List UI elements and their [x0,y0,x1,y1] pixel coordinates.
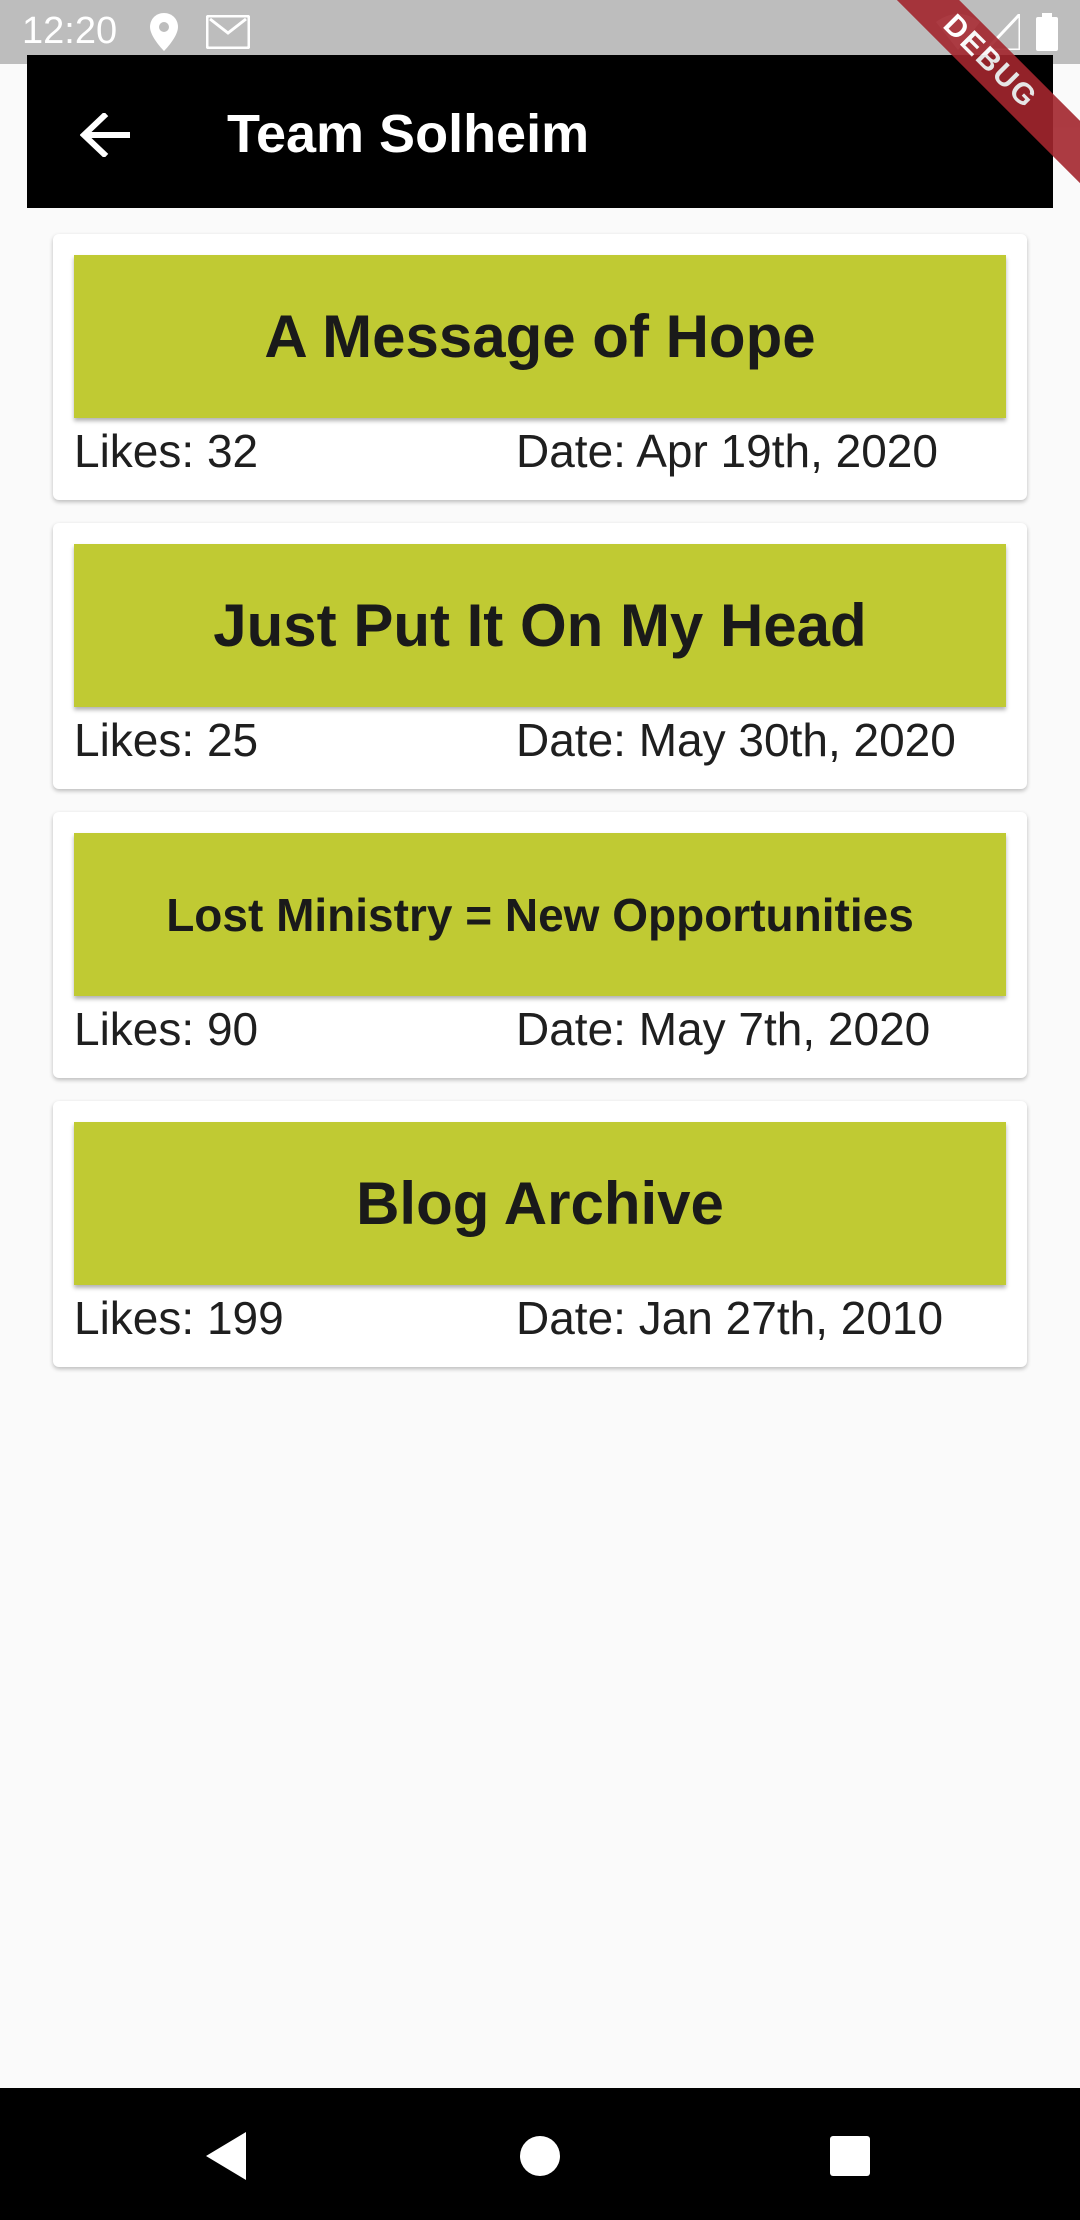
nav-recents-button[interactable] [820,2126,880,2186]
post-likes: Likes: 90 [74,1003,259,1055]
post-title-banner[interactable]: Lost Ministry = New Opportunities [74,833,1006,996]
post-likes: Likes: 25 [74,714,259,766]
post-card[interactable]: A Message of Hope Likes: 32 Date: Apr 19… [53,234,1027,500]
post-title: Blog Archive [356,1170,724,1237]
page-title: Team Solheim [227,104,590,164]
post-likes: Likes: 199 [74,1292,284,1344]
nav-home-button[interactable] [510,2126,570,2186]
arrow-back-icon [80,113,130,157]
post-title: A Message of Hope [264,303,816,370]
post-title-banner[interactable]: Just Put It On My Head [74,544,1006,707]
app-bar: Team Solheim [27,55,1053,208]
post-card[interactable]: Blog Archive Likes: 199 Date: Jan 27th, … [53,1101,1027,1367]
back-triangle-icon [206,2132,246,2180]
gmail-icon [206,12,250,52]
back-button[interactable] [63,93,147,177]
post-date: Date: May 7th, 2020 [516,1003,931,1055]
post-list: A Message of Hope Likes: 32 Date: Apr 19… [53,234,1027,1390]
post-card[interactable]: Lost Ministry = New Opportunities Likes:… [53,812,1027,1078]
status-time: 12:20 [22,10,118,52]
post-date: Date: Apr 19th, 2020 [516,425,938,477]
recents-square-icon [830,2136,870,2176]
post-title-banner[interactable]: A Message of Hope [74,255,1006,418]
post-likes: Likes: 32 [74,425,259,477]
home-circle-icon [520,2136,560,2176]
location-icon [150,12,178,52]
post-title-banner[interactable]: Blog Archive [74,1122,1006,1285]
post-card[interactable]: Just Put It On My Head Likes: 25 Date: M… [53,523,1027,789]
post-date: Date: Jan 27th, 2010 [516,1292,944,1344]
nav-back-button[interactable] [196,2126,256,2186]
post-title: Just Put It On My Head [213,592,867,659]
battery-icon [1036,12,1058,52]
system-nav-bar [0,2088,1080,2220]
post-title: Lost Ministry = New Opportunities [166,888,914,941]
post-date: Date: May 30th, 2020 [516,714,956,766]
